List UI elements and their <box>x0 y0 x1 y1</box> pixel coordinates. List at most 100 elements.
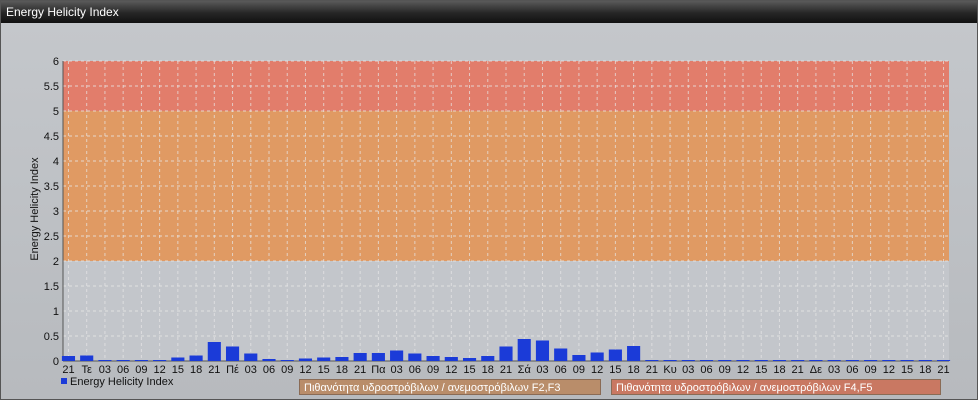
x-tick-label: 21 <box>208 364 220 376</box>
x-tick-label: 03 <box>245 364 257 376</box>
data-bar <box>772 360 787 361</box>
data-bar <box>244 353 258 361</box>
x-tick-label: 06 <box>846 364 858 376</box>
x-tick-label: 18 <box>336 364 348 376</box>
data-bar <box>918 360 932 361</box>
data-bar <box>371 353 385 361</box>
x-tick-label: 21 <box>62 364 74 376</box>
data-bar <box>718 360 732 361</box>
data-bar <box>225 346 240 361</box>
x-tick-label: 09 <box>864 364 876 376</box>
x-tick-label: Πέ <box>226 364 239 376</box>
x-tick-label: 06 <box>700 364 712 376</box>
y-tick-label: 2 <box>53 256 59 268</box>
data-bar <box>864 360 878 361</box>
data-bar <box>754 360 768 361</box>
x-tick-label: 21 <box>792 364 804 376</box>
data-bar <box>462 358 477 361</box>
x-tick-label: 15 <box>755 364 767 376</box>
data-bar <box>900 360 914 361</box>
x-tick-label: 18 <box>773 364 785 376</box>
x-tick-label: 21 <box>646 364 658 376</box>
x-tick-label: 03 <box>390 364 402 376</box>
x-tick-label: 15 <box>901 364 913 376</box>
data-bar <box>663 360 677 361</box>
data-bar <box>207 342 221 361</box>
data-bar <box>499 346 513 361</box>
chart-window: Energy Helicity Index 0 0.5 1 1.5 2 2.5 3 3.5 4 4… <box>0 0 978 400</box>
x-tick-label: 12 <box>883 364 895 376</box>
x-tick-label: 18 <box>627 364 639 376</box>
x-tick-label: 03 <box>536 364 548 376</box>
data-bar <box>481 356 495 361</box>
x-tick-label: 18 <box>482 364 494 376</box>
legend-series[interactable]: Energy Helicity Index <box>61 376 173 388</box>
data-bar <box>572 355 586 361</box>
x-tick-label: 03 <box>99 364 111 376</box>
data-bar <box>809 360 823 361</box>
x-tick-label: 15 <box>172 364 184 376</box>
energy-helicity-chart: 0 0.5 1 1.5 2 2.5 3 3.5 4 4.5 5 5.5 6 Energy Helicity… <box>29 56 951 376</box>
data-bar <box>317 357 331 361</box>
data-bar <box>645 360 659 361</box>
x-tick-label: 06 <box>117 364 129 376</box>
data-bar <box>882 360 896 361</box>
y-tick-label: 0 <box>53 356 59 368</box>
data-bar <box>61 356 76 361</box>
data-bar <box>699 360 714 361</box>
data-bar <box>444 357 458 361</box>
legend-series-label: Energy Helicity Index <box>70 376 174 388</box>
data-bar <box>390 350 404 361</box>
x-tick-label: 06 <box>409 364 421 376</box>
x-tick-label: 09 <box>719 364 731 376</box>
data-bar <box>426 356 440 361</box>
x-tick-label: 15 <box>463 364 475 376</box>
y-tick-label: 5 <box>53 106 59 118</box>
legend-swatch <box>61 378 67 384</box>
x-tick-label: 18 <box>190 364 202 376</box>
x-tick-label: 21 <box>500 364 512 376</box>
x-tick-label: 09 <box>427 364 439 376</box>
x-tick-label: Πα <box>371 364 386 376</box>
x-tick-label: 18 <box>919 364 931 376</box>
x-tick-label: Κυ <box>663 364 676 376</box>
x-tick-label: 09 <box>281 364 293 376</box>
y-tick-label: 3 <box>53 206 59 218</box>
y-tick-label: 3.5 <box>44 181 59 193</box>
data-bar <box>353 353 367 361</box>
data-bar <box>262 359 276 361</box>
data-bar <box>681 360 695 361</box>
x-tick-label: 12 <box>737 364 749 376</box>
legend-zone-f4f5[interactable]: Πιθανότητα υδροστρόβιλων / ανεμοστρόβιλω… <box>611 379 941 395</box>
data-bar <box>189 355 203 361</box>
data-bar <box>80 355 94 361</box>
data-bar <box>517 339 531 361</box>
data-bar <box>280 360 294 361</box>
data-bar <box>98 360 112 361</box>
legend-zone-f2f3[interactable]: Πιθανότητα υδροστρόβιλων / ανεμοστρόβιλω… <box>299 379 601 395</box>
x-tick-label: 12 <box>153 364 165 376</box>
x-tick-label: 03 <box>682 364 694 376</box>
data-bar <box>298 358 313 361</box>
x-tick-label: 09 <box>573 364 585 376</box>
data-bar <box>845 360 859 361</box>
data-bar <box>153 360 167 361</box>
data-bar <box>827 360 841 361</box>
data-bar <box>335 357 349 361</box>
data-bar <box>408 353 422 361</box>
y-axis-title: Energy Helicity Index <box>29 157 41 261</box>
x-tick-label: 09 <box>135 364 147 376</box>
x-tick-label: 06 <box>263 364 275 376</box>
x-tick-label: 06 <box>555 364 567 376</box>
y-tick-label: 4.5 <box>44 131 59 143</box>
x-tick-label: 12 <box>445 364 457 376</box>
x-tick-label: 12 <box>591 364 603 376</box>
y-tick-label: 5.5 <box>44 81 59 93</box>
data-bar <box>608 349 622 361</box>
x-tick-label: Δε <box>810 364 822 376</box>
data-bar <box>736 360 750 361</box>
data-bar <box>936 360 951 361</box>
x-tick-label: 15 <box>609 364 621 376</box>
x-tick-label: 12 <box>299 364 311 376</box>
y-tick-label: 4 <box>53 156 59 168</box>
